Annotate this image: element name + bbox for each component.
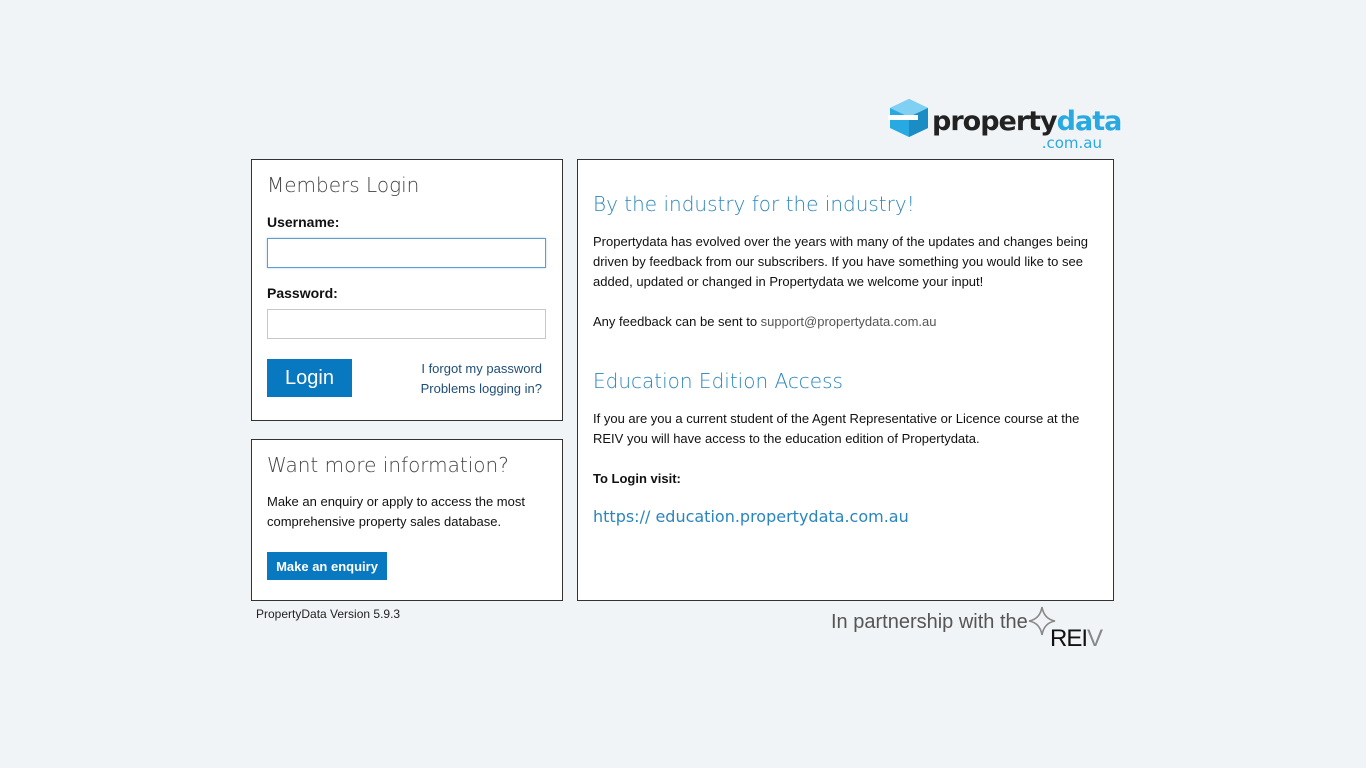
reiv-logo: REIV <box>1050 625 1103 653</box>
username-label: Username: <box>267 214 340 230</box>
education-heading: Education Edition Access <box>593 369 843 393</box>
password-label: Password: <box>267 285 338 301</box>
industry-paragraph: Propertydata has evolved over the years … <box>593 234 1089 289</box>
cube-logo-icon <box>888 99 928 137</box>
feedback-prefix: Any feedback can be sent to <box>593 314 761 329</box>
forgot-password-link[interactable]: I forgot my password <box>421 361 542 376</box>
industry-info-panel: By the industry for the industry! Proper… <box>577 159 1114 601</box>
propertydata-logo: propertydata .com.au <box>888 98 1122 154</box>
education-link[interactable]: https:// education.propertydata.com.au <box>593 507 909 526</box>
partnership-text: In partnership with the <box>831 611 1028 633</box>
login-title: Members Login <box>267 173 420 197</box>
info-title: Want more information? <box>267 453 509 477</box>
logo-word-main: property <box>932 106 1058 137</box>
reiv-end: V <box>1087 625 1103 652</box>
problems-logging-in-link[interactable]: Problems logging in? <box>421 381 542 396</box>
username-input[interactable] <box>267 238 546 268</box>
info-text: Make an enquiry or apply to access the m… <box>267 494 525 529</box>
login-visit-label: To Login visit: <box>593 471 681 486</box>
feedback-line: Any feedback can be sent to support@prop… <box>593 312 1098 332</box>
education-paragraph: If you are you a current student of the … <box>593 411 1080 446</box>
industry-heading: By the industry for the industry! <box>593 192 915 216</box>
version-text: PropertyData Version 5.9.3 <box>256 607 401 621</box>
more-information-panel: Want more information? Make an enquiry o… <box>251 439 563 601</box>
login-button[interactable]: Login <box>267 359 352 397</box>
logo-domain: .com.au <box>1041 134 1102 152</box>
support-email[interactable]: support@propertydata.com.au <box>761 314 937 329</box>
reiv-main: REI <box>1050 625 1088 652</box>
members-login-panel: Members Login Username: Password: Login … <box>251 159 563 421</box>
password-input[interactable] <box>267 309 546 339</box>
logo-word-accent: data <box>1056 106 1123 137</box>
make-enquiry-button[interactable]: Make an enquiry <box>267 552 387 580</box>
